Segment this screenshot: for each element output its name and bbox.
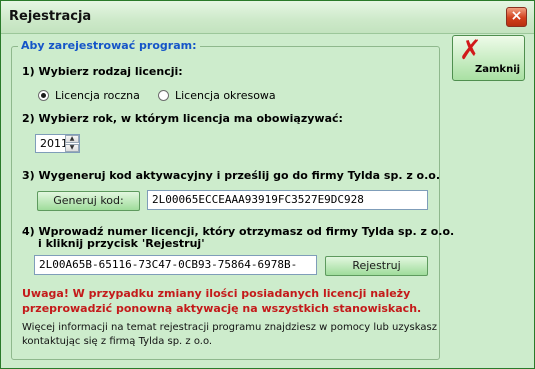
- info-line1: Więcej informacji na temat rejestracji p…: [22, 322, 437, 333]
- radio-period-indicator[interactable]: [158, 90, 169, 101]
- step2-label: 2) Wybierz rok, w którym licencja ma obo…: [22, 112, 343, 125]
- registration-window: Rejestracja × Aby zarejestrować program:…: [0, 0, 535, 369]
- step4-label-line2: i kliknij przycisk 'Rejestruj': [38, 237, 205, 250]
- warning-line2: przeprowadzić ponowną aktywację na wszys…: [22, 302, 422, 315]
- activation-code-field[interactable]: 2L00065ECCEAAA93919FC3527E9DC928: [147, 190, 428, 210]
- arrow-down-icon: ▼: [69, 144, 75, 151]
- group-legend: Aby zarejestrować program:: [18, 39, 200, 52]
- year-spinner[interactable]: 2011 ▲ ▼: [35, 134, 80, 153]
- radio-period-license[interactable]: Licencja okresowa: [158, 89, 276, 102]
- step1-label: 1) Wybierz rodzaj licencji:: [22, 65, 183, 78]
- close-button-label: Zamknij: [475, 64, 521, 75]
- generate-code-button[interactable]: Generuj kod:: [37, 191, 140, 211]
- register-button[interactable]: Rejestruj: [325, 256, 428, 276]
- radio-annual-indicator[interactable]: [38, 90, 49, 101]
- year-value: 2011: [40, 137, 68, 150]
- step3-label: 3) Wygeneruj kod aktywacyjny i prześlij …: [22, 169, 441, 182]
- radio-annual-label: Licencja roczna: [55, 89, 140, 102]
- window-close-button[interactable]: ×: [506, 7, 527, 27]
- radio-annual-license[interactable]: Licencja roczna: [38, 89, 140, 102]
- title-bar[interactable]: Rejestracja ×: [1, 1, 534, 34]
- license-number-input[interactable]: 2L00A65B-65116-73C47-0CB93-75864-6978B-: [34, 255, 317, 275]
- spin-up-button[interactable]: ▲: [65, 135, 79, 143]
- info-line2: kontaktując się z firmą Tylda sp. z o.o.: [22, 336, 213, 347]
- close-icon: ×: [510, 8, 523, 24]
- spin-down-button[interactable]: ▼: [65, 144, 79, 152]
- warning-line1: Uwaga! W przypadku zmiany ilości posiada…: [22, 287, 411, 300]
- red-x-icon: ✗: [459, 35, 482, 66]
- arrow-up-icon: ▲: [69, 135, 75, 142]
- radio-period-label: Licencja okresowa: [175, 89, 276, 102]
- close-button[interactable]: ✗ Zamknij: [452, 35, 525, 81]
- window-title: Rejestracja: [9, 9, 92, 24]
